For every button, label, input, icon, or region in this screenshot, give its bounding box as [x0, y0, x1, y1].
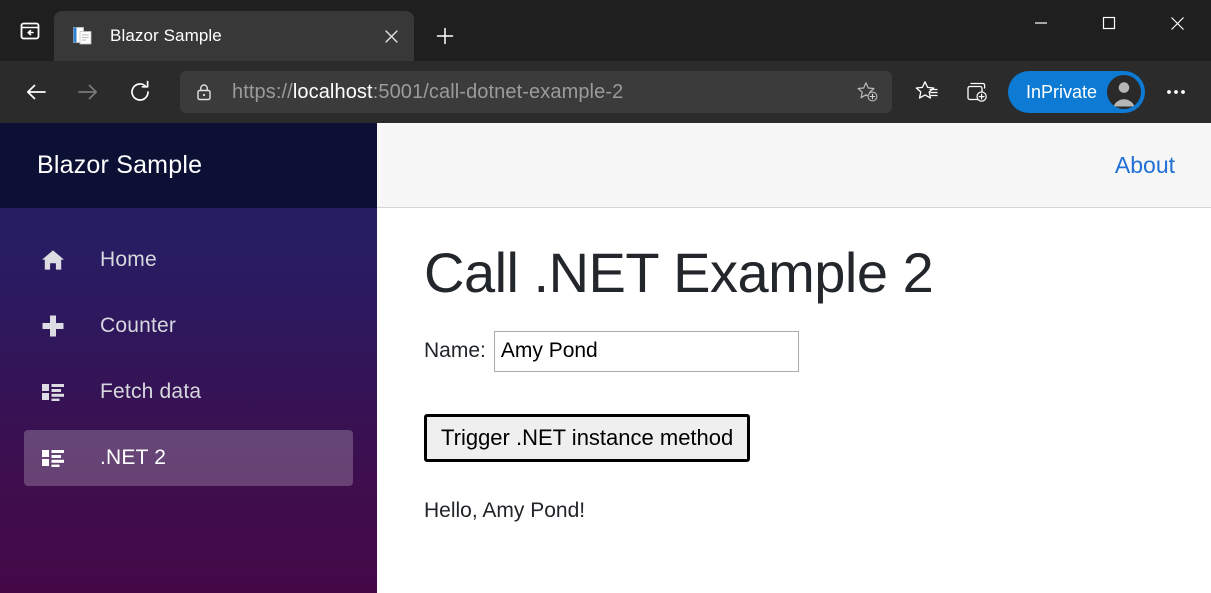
- list-icon: [40, 445, 66, 471]
- close-icon[interactable]: [376, 21, 406, 51]
- browser-tab[interactable]: Blazor Sample: [54, 11, 414, 61]
- sidebar-item-home[interactable]: Home: [0, 232, 353, 288]
- url-text[interactable]: https://localhost:5001/call-dotnet-examp…: [232, 81, 850, 104]
- trigger-dotnet-instance-method-button[interactable]: Trigger .NET instance method: [424, 414, 750, 462]
- name-field-row: Name:: [424, 331, 1211, 372]
- sidebar-item-label: Counter: [100, 314, 176, 338]
- list-icon: [40, 379, 66, 405]
- favorites-star-icon[interactable]: [905, 70, 949, 114]
- home-icon: [40, 247, 66, 273]
- page-body: Call .NET Example 2 Name: Trigger .NET i…: [377, 208, 1211, 523]
- minimize-button[interactable]: [1007, 0, 1075, 46]
- sidebar-nav: Home Counter: [0, 208, 377, 496]
- content-topbar: About: [377, 123, 1211, 208]
- inprivate-profile-button[interactable]: InPrivate: [1008, 71, 1145, 113]
- name-input[interactable]: [494, 331, 799, 372]
- url-path: :5001/call-dotnet-example-2: [373, 81, 624, 103]
- document-page-icon: [72, 25, 94, 47]
- close-window-button[interactable]: [1143, 0, 1211, 46]
- inprivate-label: InPrivate: [1026, 82, 1097, 103]
- address-bar[interactable]: https://localhost:5001/call-dotnet-examp…: [180, 71, 892, 113]
- more-ellipsis-icon[interactable]: [1154, 70, 1198, 114]
- sidebar-item-label: Fetch data: [100, 380, 201, 404]
- url-scheme: https://: [232, 81, 293, 103]
- sidebar-brand[interactable]: Blazor Sample: [0, 123, 377, 208]
- page-title: Call .NET Example 2: [424, 242, 1211, 304]
- main-content: About Call .NET Example 2 Name: Trigger …: [377, 123, 1211, 593]
- sidebar-item-label: Home: [100, 248, 157, 272]
- sidebar-item-label: .NET 2: [100, 446, 166, 470]
- app-sidebar: Blazor Sample Home: [0, 123, 377, 593]
- sidebar-item-counter[interactable]: Counter: [0, 298, 353, 354]
- maximize-button[interactable]: [1075, 0, 1143, 46]
- about-link[interactable]: About: [1115, 152, 1175, 179]
- arrow-left-icon[interactable]: [14, 70, 58, 114]
- window-controls: [1007, 0, 1211, 46]
- sidebar-item-dotnet-2[interactable]: .NET 2: [24, 430, 353, 486]
- browser-toolbar: https://localhost:5001/call-dotnet-examp…: [0, 61, 1211, 123]
- result-text: Hello, Amy Pond!: [424, 499, 1211, 523]
- vertical-tabs-toggle-icon[interactable]: [8, 9, 52, 53]
- browser-titlebar: Blazor Sample: [0, 0, 1211, 61]
- browser-window: Blazor Sample: [0, 0, 1211, 593]
- url-host: localhost: [293, 81, 373, 103]
- arrow-right-icon[interactable]: [66, 70, 110, 114]
- page-viewport: Blazor Sample Home: [0, 123, 1211, 593]
- name-label: Name:: [424, 339, 486, 363]
- brand-title: Blazor Sample: [37, 151, 202, 180]
- plus-icon: [40, 313, 66, 339]
- star-plus-icon[interactable]: [850, 75, 884, 109]
- avatar-icon: [1107, 75, 1141, 109]
- new-tab-button[interactable]: [426, 17, 464, 55]
- collections-icon[interactable]: [955, 70, 999, 114]
- lock-icon: [194, 82, 216, 102]
- sidebar-item-fetch-data[interactable]: Fetch data: [0, 364, 353, 420]
- tab-title: Blazor Sample: [110, 26, 376, 46]
- reload-icon[interactable]: [118, 70, 162, 114]
